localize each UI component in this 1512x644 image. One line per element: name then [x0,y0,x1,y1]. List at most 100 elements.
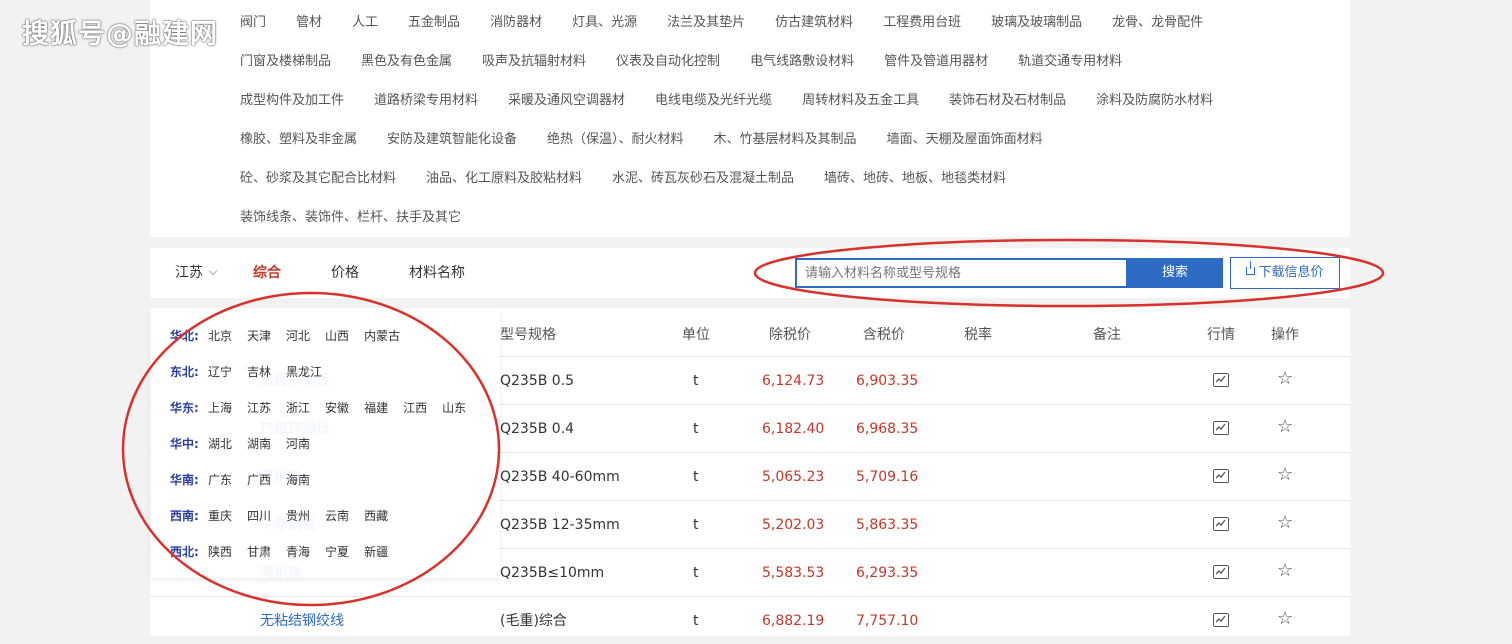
category-link[interactable]: 周转材料及五金工具 [802,91,919,111]
model-cell: Q235B 40-60mm [500,469,620,485]
region-city-option[interactable]: 宁夏 [325,544,349,560]
region-city-option[interactable]: 山西 [325,328,349,344]
region-city-option[interactable]: 河南 [286,436,310,452]
region-city-option[interactable]: 辽宁 [208,364,232,380]
sort-comprehensive-tab[interactable]: 综合 [253,264,281,282]
region-city-option[interactable]: 新疆 [364,544,388,560]
region-city-option[interactable]: 江西 [403,400,427,416]
category-link[interactable]: 涂料及防腐防水材料 [1096,91,1213,111]
favorite-star-icon[interactable]: ☆ [1277,609,1293,629]
region-city-option[interactable]: 湖南 [247,436,271,452]
category-link[interactable]: 采暖及通风空调器材 [508,91,625,111]
category-link[interactable]: 电气线路敷设材料 [750,52,854,72]
price-inc-tax-cell: 6,293.35 [856,565,919,581]
region-city-option[interactable]: 江苏 [247,400,271,416]
region-city-option[interactable]: 海南 [286,472,310,488]
region-city-option[interactable]: 广西 [247,472,271,488]
category-link[interactable]: 油品、化工原料及胶粘材料 [426,169,582,189]
price-ex-tax-cell: 5,202.03 [762,517,825,533]
model-cell: Q235B 0.5 [500,373,575,389]
category-link[interactable]: 道路桥梁专用材料 [374,91,478,111]
region-city-option[interactable]: 吉林 [247,364,271,380]
download-price-button[interactable]: 下载信息价 [1230,257,1340,289]
region-city-option[interactable]: 湖北 [208,436,232,452]
region-city-option[interactable]: 贵州 [286,508,310,524]
favorite-star-icon[interactable]: ☆ [1277,465,1293,485]
category-link[interactable]: 安防及建筑智能化设备 [387,130,517,150]
trend-chart-icon[interactable] [1213,613,1229,627]
favorite-star-icon[interactable]: ☆ [1277,561,1293,581]
category-link[interactable]: 砼、砂浆及其它配合比材料 [240,169,396,189]
region-city-option[interactable]: 天津 [247,328,271,344]
category-link[interactable]: 吸声及抗辐射材料 [482,52,586,72]
category-link[interactable]: 黑色及有色金属 [361,52,452,72]
trend-chart-icon[interactable] [1213,565,1229,579]
region-city-option[interactable]: 内蒙古 [364,328,400,344]
unit-cell: t [693,565,699,581]
category-link[interactable]: 法兰及其垫片 [667,13,745,33]
region-city-option[interactable]: 山东 [442,400,466,416]
region-city-option[interactable]: 河北 [286,328,310,344]
category-row: 门窗及楼梯制品 黑色及有色金属 吸声及抗辐射材料 仪表及自动化控制 电气线路敷设材料 管件… [240,52,1152,72]
region-city-option[interactable]: 浙江 [286,400,310,416]
trend-chart-icon[interactable] [1213,469,1229,483]
sort-price-tab[interactable]: 价格 [331,264,359,282]
material-name-link[interactable]: 无粘结钢绞线 [260,612,344,630]
category-link[interactable]: 龙骨、龙骨配件 [1112,13,1203,33]
sort-name-tab[interactable]: 材料名称 [409,264,465,282]
category-link[interactable]: 人工 [352,13,378,33]
price-ex-tax-cell: 6,882.19 [762,613,825,629]
region-group-label: 西北: [170,545,199,559]
region-city-option[interactable]: 广东 [208,472,232,488]
category-link[interactable]: 五金制品 [408,13,460,33]
category-link[interactable]: 门窗及楼梯制品 [240,52,331,72]
region-city-option[interactable]: 青海 [286,544,310,560]
region-city-option[interactable]: 安徽 [325,400,349,416]
category-link[interactable]: 管材 [296,13,322,33]
category-link[interactable]: 轨道交通专用材料 [1018,52,1122,72]
region-city-option[interactable]: 上海 [208,400,232,416]
category-link[interactable]: 墙砖、地砖、地板、地毯类材料 [824,169,1006,189]
category-link[interactable]: 玻璃及玻璃制品 [991,13,1082,33]
trend-chart-icon[interactable] [1213,373,1229,387]
region-city-option[interactable]: 重庆 [208,508,232,524]
category-link[interactable]: 仿古建筑材料 [775,13,853,33]
category-link[interactable]: 水泥、砖瓦灰砂石及混凝土制品 [612,169,794,189]
region-city-option[interactable]: 黑龙江 [286,364,322,380]
search-button[interactable]: 搜索 [1127,258,1223,288]
download-price-label: 下载信息价 [1258,265,1324,280]
category-link[interactable]: 成型构件及加工件 [240,91,344,111]
region-city-option[interactable]: 福建 [364,400,388,416]
trend-chart-icon[interactable] [1213,517,1229,531]
region-city-option[interactable]: 云南 [325,508,349,524]
category-link[interactable]: 消防器材 [490,13,542,33]
category-link[interactable]: 管件及管道用器材 [884,52,988,72]
category-link[interactable]: 灯具、光源 [572,13,637,33]
favorite-star-icon[interactable]: ☆ [1277,417,1293,437]
category-link[interactable]: 工程费用台班 [883,13,961,33]
category-link[interactable]: 墙面、天棚及屋面饰面材料 [887,130,1043,150]
category-link[interactable]: 橡胶、塑料及非金属 [240,130,357,150]
price-inc-tax-cell: 6,968.35 [856,421,919,437]
region-select[interactable]: 江苏 [175,264,218,282]
favorite-star-icon[interactable]: ☆ [1277,369,1293,389]
category-link[interactable]: 绝热（保温）、耐火材料 [547,130,684,150]
category-link[interactable]: 电线电缆及光纤光缆 [655,91,772,111]
region-city-option[interactable]: 四川 [247,508,271,524]
region-city-option[interactable]: 北京 [208,328,232,344]
region-city-option[interactable]: 陕西 [208,544,232,560]
favorite-star-icon[interactable]: ☆ [1277,513,1293,533]
category-link[interactable]: 阀门 [240,13,266,33]
price-inc-tax-cell: 6,903.35 [856,373,919,389]
region-city-option[interactable]: 西藏 [364,508,388,524]
region-group-label: 华北: [170,329,199,343]
category-link[interactable]: 木、竹基层材料及其制品 [714,130,857,150]
trend-chart-icon[interactable] [1213,421,1229,435]
region-group: 东北: 辽宁 吉林 黑龙江 [170,364,337,380]
category-link[interactable]: 装饰石材及石材制品 [949,91,1066,111]
search-input[interactable] [795,258,1128,288]
chevron-down-icon [208,266,218,276]
category-link[interactable]: 仪表及自动化控制 [616,52,720,72]
region-city-option[interactable]: 甘肃 [247,544,271,560]
category-link[interactable]: 装饰线条、装饰件、栏杆、扶手及其它 [240,208,461,228]
